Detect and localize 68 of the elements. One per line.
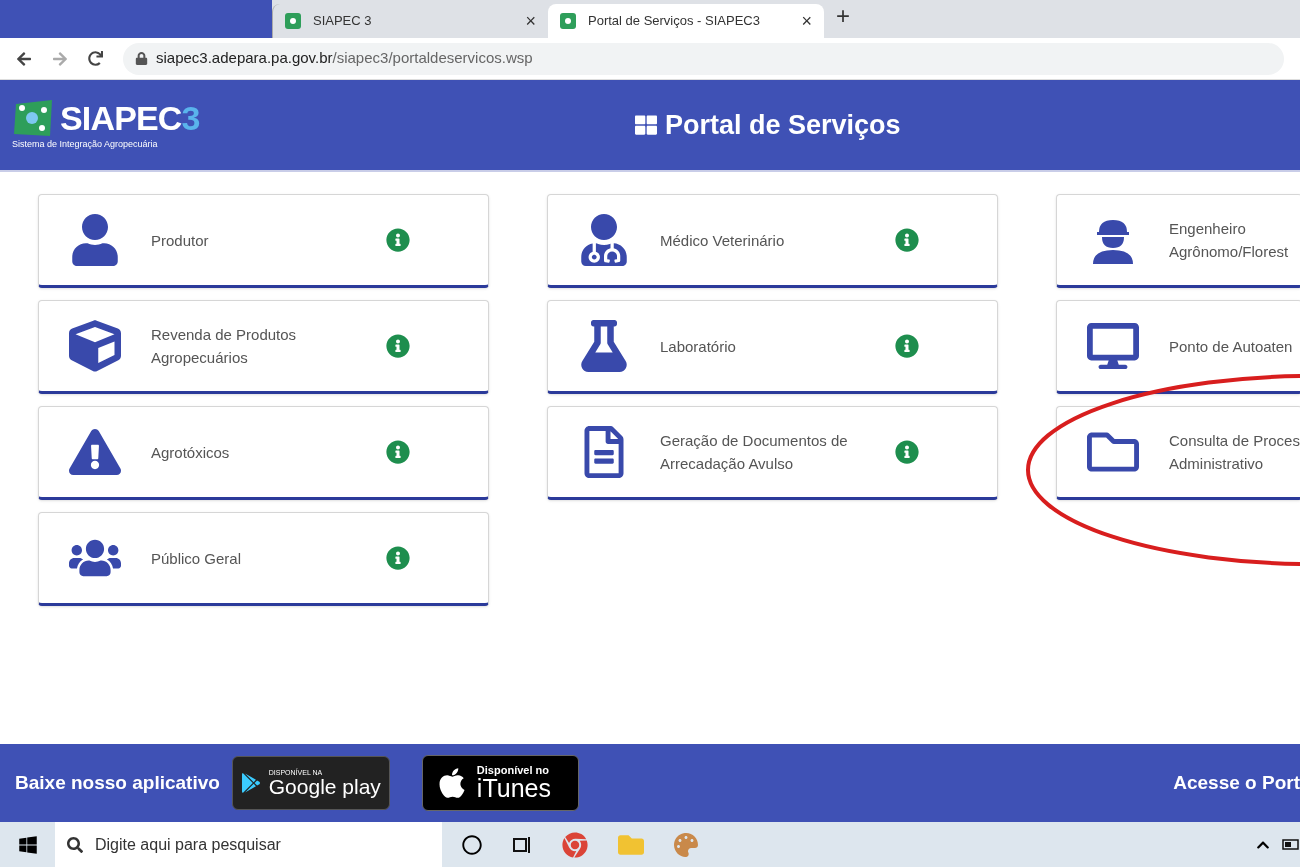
address-bar[interactable]: siapec3.adepara.pa.gov.br/siapec3/portaldeservicos.wsp [123, 42, 1284, 75]
back-icon[interactable] [16, 50, 32, 67]
doctor-icon [578, 214, 630, 266]
info-icon[interactable] [895, 228, 919, 252]
page-title: Portal de Serviços [665, 108, 901, 142]
cube-icon [69, 320, 121, 372]
person-icon [69, 214, 121, 266]
browser-tab[interactable]: Portal de Serviços - SIAPEC3 × [548, 4, 824, 38]
service-card[interactable]: Agrotóxicos [38, 406, 489, 500]
service-label: Público Geral [151, 548, 243, 569]
itunes-badge[interactable]: Disponível no iTunes [421, 755, 579, 811]
forward-icon[interactable] [52, 50, 68, 67]
app-download-label: Baixe nosso aplicativo [15, 770, 220, 795]
info-icon[interactable] [895, 440, 919, 464]
info-icon[interactable] [386, 546, 410, 570]
cortana-icon[interactable] [462, 834, 482, 855]
monitor-icon [1087, 320, 1139, 372]
info-icon[interactable] [386, 228, 410, 252]
badge-big-text: iTunes [476, 776, 551, 801]
site-icon [560, 13, 576, 29]
url-text: siapec3.adepara.pa.gov.br/siapec3/portaldeservicos.wsp [156, 48, 533, 69]
service-label: Agrotóxicos [151, 442, 231, 463]
tab-title: SIAPEC 3 [313, 12, 373, 31]
badge-small-text: Disponível no [476, 765, 550, 776]
service-label: Agrônomo/Florest [1169, 242, 1290, 262]
flask-icon [578, 320, 630, 372]
service-card[interactable]: Público Geral [38, 512, 489, 606]
service-label: Médico Veterinário [660, 230, 786, 251]
chrome-icon[interactable] [562, 831, 588, 858]
start-icon[interactable] [17, 834, 38, 855]
service-card[interactable]: Geração de Documentos de Arrecadação Avulso [547, 406, 998, 500]
info-icon[interactable] [386, 334, 410, 358]
info-icon[interactable] [895, 334, 919, 358]
info-icon[interactable] [386, 440, 410, 464]
search-icon [67, 836, 83, 853]
service-label: Ponto de Autoaten [1169, 336, 1294, 357]
service-label: Administrativo [1169, 454, 1265, 474]
battery-icon[interactable] [1282, 839, 1300, 850]
service-label: Agropecuários [151, 348, 249, 368]
service-card[interactable]: Ponto de Autoaten [1056, 300, 1300, 394]
service-label: Laboratório [660, 336, 737, 357]
service-card[interactable]: Laboratório [547, 300, 998, 394]
service-label: Revenda de Produtos [151, 325, 298, 345]
portal-link[interactable]: Acesse o Port [1173, 768, 1300, 798]
tab-close-button[interactable]: × [801, 7, 812, 35]
grid-icon [635, 114, 657, 136]
service-label: Consulta de Proces [1169, 431, 1300, 451]
logo-subtitle: Sistema de Integração Agropecuária [12, 138, 159, 152]
service-label: Geração de Documentos de [660, 431, 849, 451]
service-card[interactable]: Engenheiro Agrônomo/Florest [1056, 194, 1300, 288]
service-label: Arrecadação Avulso [660, 454, 795, 474]
service-card[interactable]: Produtor [38, 194, 489, 288]
paint-icon[interactable] [674, 832, 698, 857]
reload-icon[interactable] [88, 51, 103, 66]
site-icon [285, 13, 301, 29]
badge-big-text: Google play [268, 776, 381, 797]
logo-text: SIAPEC3 [60, 101, 200, 136]
new-tab-button[interactable]: + [836, 0, 850, 34]
service-card[interactable]: Consulta de Proces Administrativo [1056, 406, 1300, 500]
service-card[interactable]: Revenda de Produtos Agropecuários [38, 300, 489, 394]
service-card[interactable]: Médico Veterinário [547, 194, 998, 288]
service-label: Engenheiro [1169, 219, 1247, 239]
tab-title: Portal de Serviços - SIAPEC3 [588, 12, 761, 31]
lock-icon [135, 52, 148, 65]
tab-close-button[interactable]: × [525, 7, 536, 35]
warning-icon [69, 426, 121, 478]
task-view-icon[interactable] [512, 835, 532, 854]
service-label: Produtor [151, 230, 210, 251]
